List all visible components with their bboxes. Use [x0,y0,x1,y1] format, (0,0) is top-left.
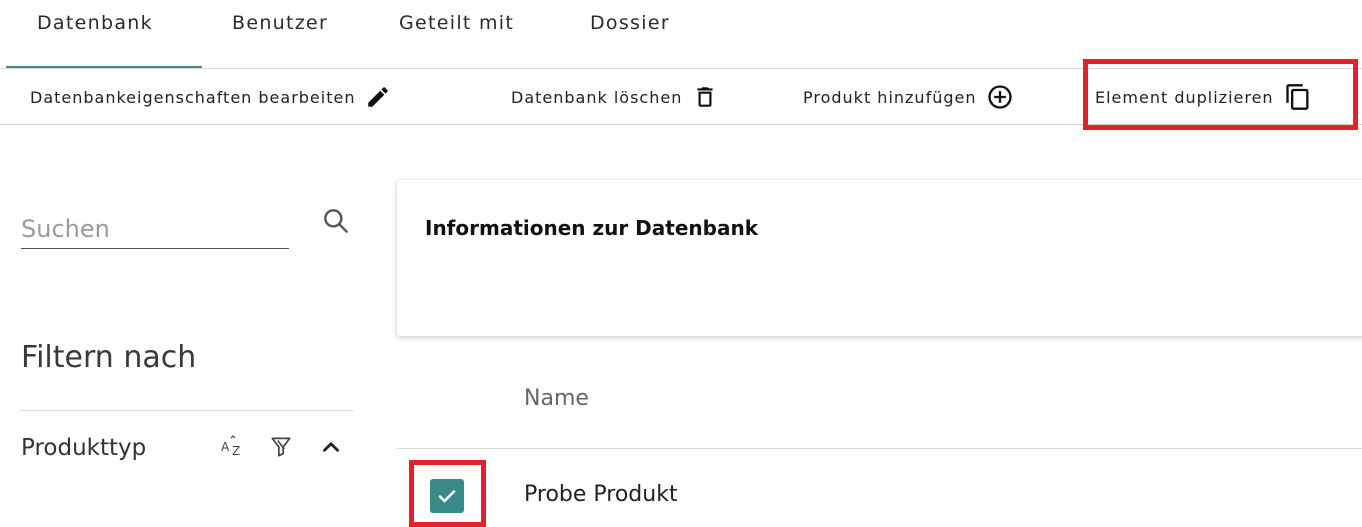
toolbar-divider [0,124,1362,125]
svg-text:A: A [221,440,230,454]
database-info-card: Informationen zur Datenbank [397,180,1362,336]
plus-circle-icon [986,83,1014,111]
sort-alpha-icon[interactable]: A Z [219,434,245,460]
copy-icon [1284,83,1312,111]
info-card-title: Informationen zur Datenbank [425,216,758,240]
add-product-label: Produkt hinzufügen [803,87,977,107]
facet-label-produkttyp: Produkttyp [21,435,147,461]
chevron-up-icon[interactable] [318,434,344,460]
pencil-icon [365,84,391,110]
tab-benutzer[interactable]: Benutzer [232,12,328,34]
table-header-divider [397,448,1362,449]
delete-database-button[interactable]: Datenbank löschen [511,82,718,112]
tab-dossier[interactable]: Dossier [590,12,670,34]
svg-text:Z: Z [232,444,240,458]
filter-title: Filtern nach [21,340,197,375]
search-input[interactable] [21,210,289,249]
edit-database-button[interactable]: Datenbankeigenschaften bearbeiten [30,82,391,112]
column-header-name[interactable]: Name [524,386,589,411]
filter-divider [21,410,354,411]
search-field [21,200,289,257]
row-checkbox[interactable] [430,479,464,513]
duplicate-element-label: Element duplizieren [1095,87,1274,107]
edit-database-label: Datenbankeigenschaften bearbeiten [30,87,356,107]
tab-geteilt-mit[interactable]: Geteilt mit [399,12,514,34]
row-name[interactable]: Probe Produkt [524,482,678,507]
filter-icon[interactable] [268,434,294,460]
add-product-button[interactable]: Produkt hinzufügen [803,82,1014,112]
check-icon [438,490,456,503]
duplicate-element-button[interactable]: Element duplizieren [1095,82,1312,112]
action-toolbar: Datenbankeigenschaften bearbeiten Datenb… [0,69,1362,125]
trash-icon [692,84,718,110]
tab-bar: Datenbank Benutzer Geteilt mit Dossier [0,0,1362,69]
delete-database-label: Datenbank löschen [511,87,683,107]
search-icon[interactable] [320,205,352,241]
tab-datenbank[interactable]: Datenbank [37,12,153,34]
